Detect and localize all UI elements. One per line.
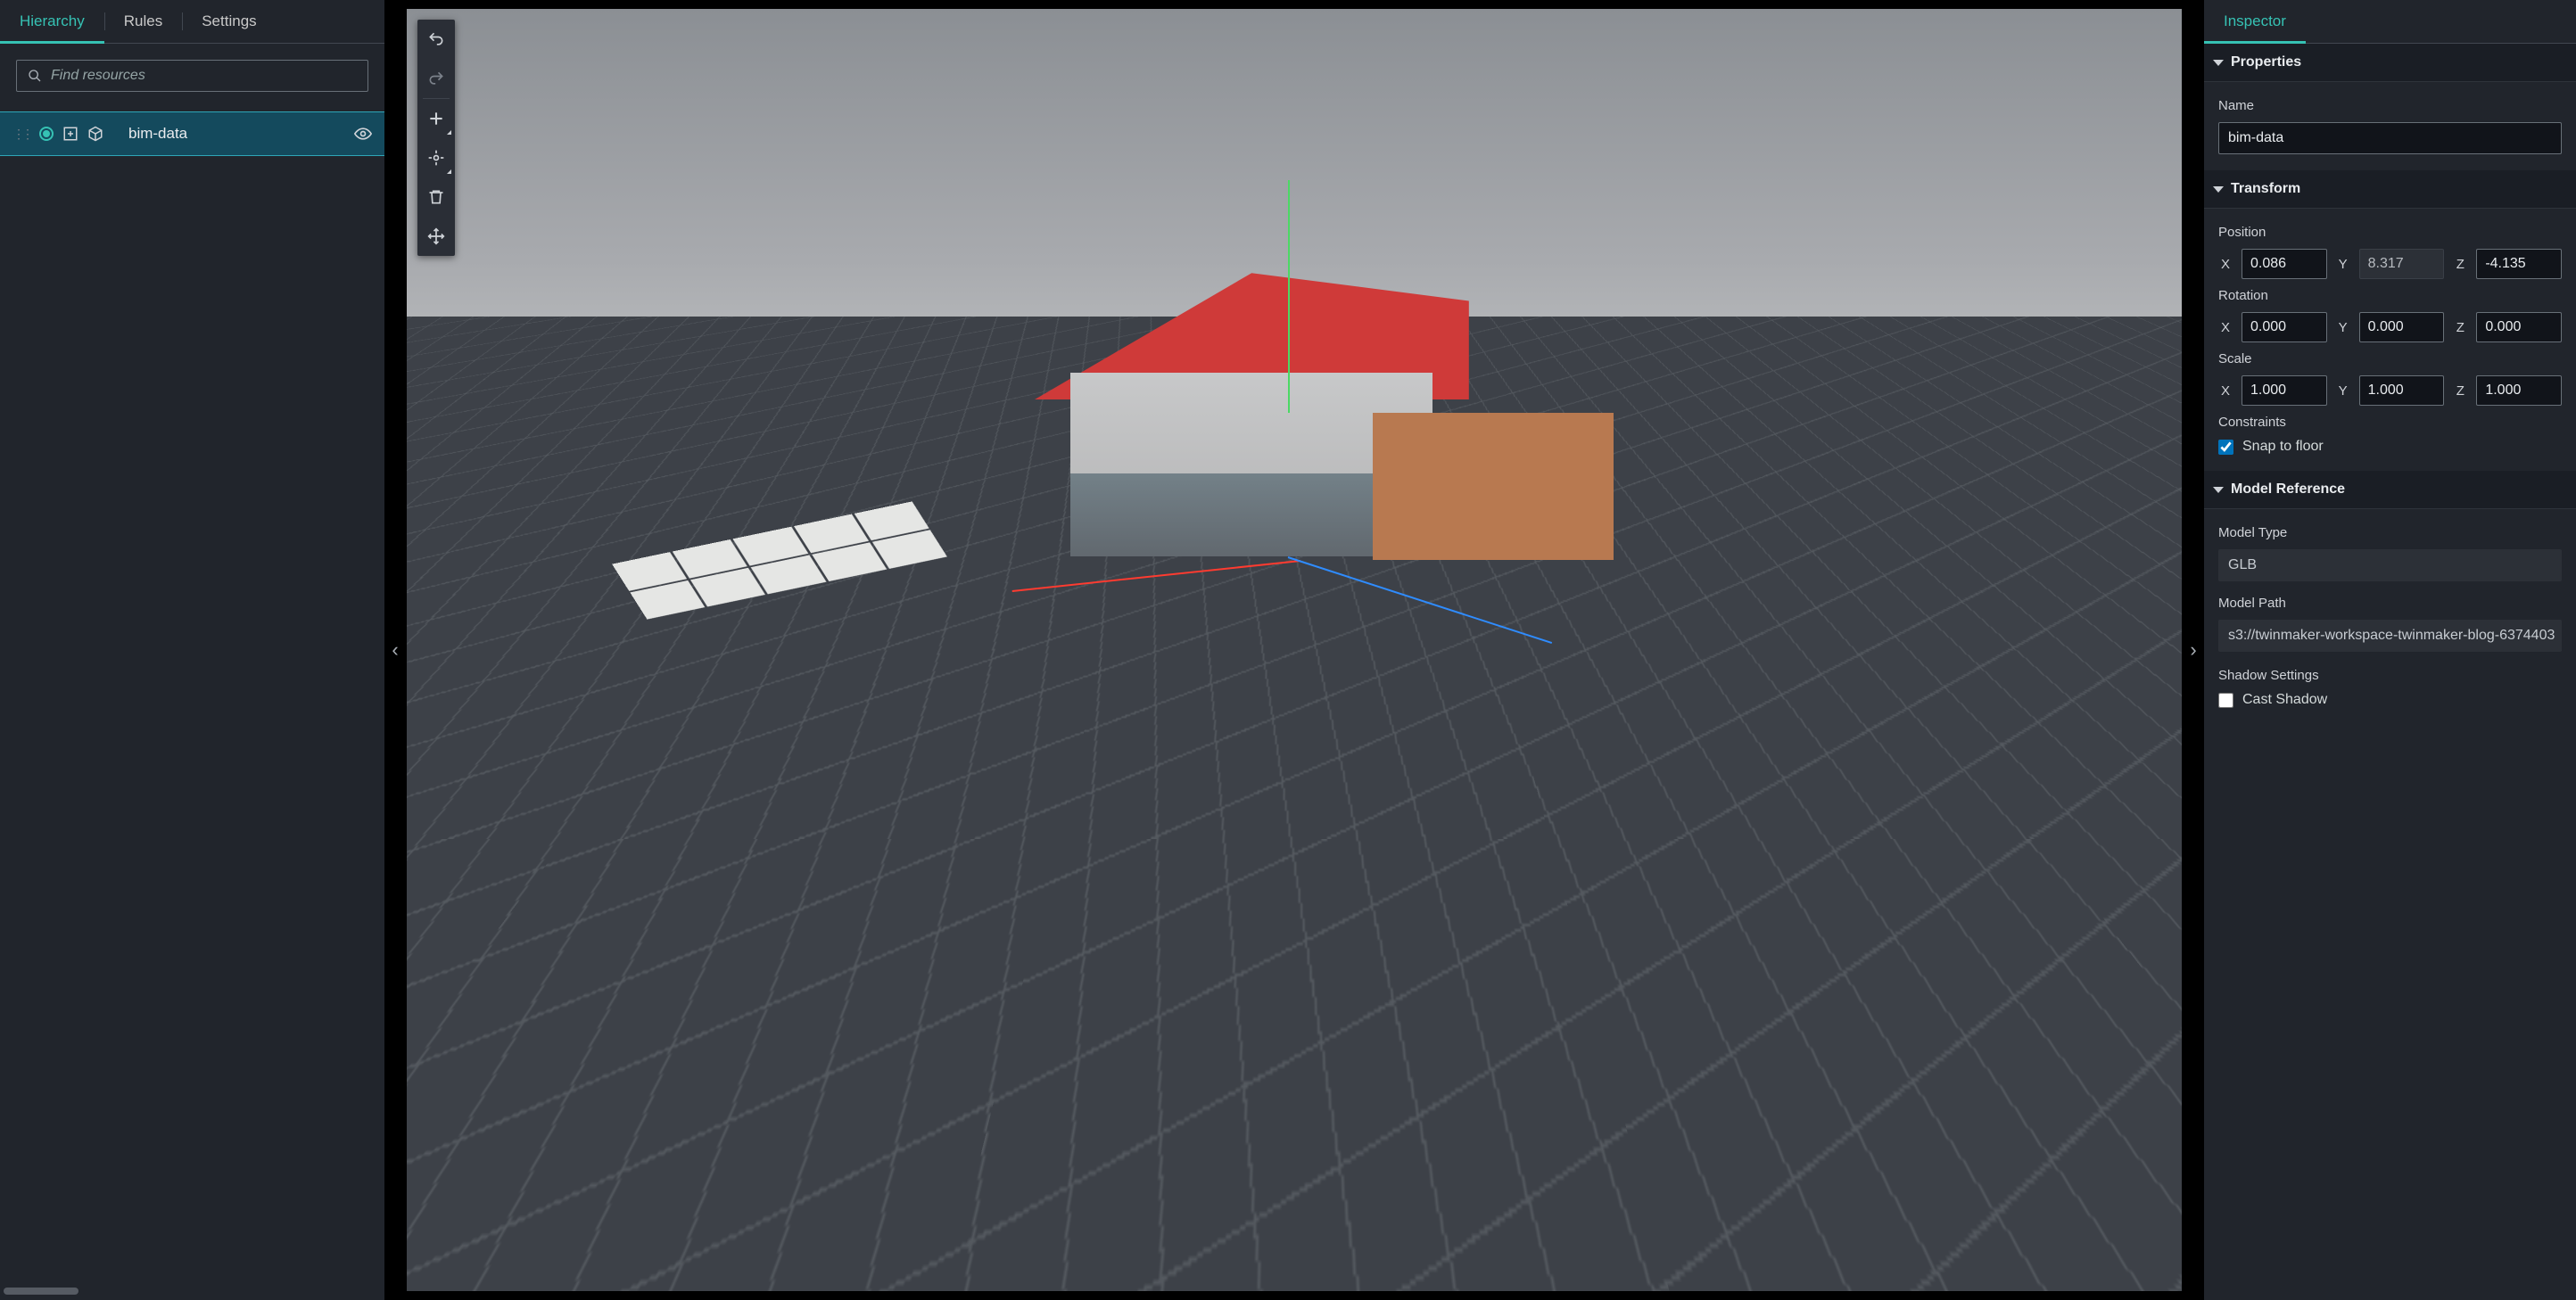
stats-vertices: Vertices : 359,011 [448,1209,562,1236]
section-body-model-reference: Model Type GLB Model Path s3://twinmaker… [2204,509,2576,724]
selection-radio[interactable] [39,127,54,141]
house-side [1373,413,1614,560]
tab-hierarchy[interactable]: Hierarchy [0,0,104,43]
delete-button[interactable] [417,177,455,217]
gizmo-neg-y-dot[interactable] [2110,1257,2128,1275]
checkbox-snap-to-floor[interactable] [2218,440,2233,455]
input-scale-z[interactable] [2476,375,2562,406]
input-position-x[interactable] [2242,249,2327,279]
label-model-type: Model Type [2218,525,2562,540]
left-panel: Hierarchy Rules Settings ⋮⋮ bim-data [0,0,385,1300]
collapse-left-icon[interactable]: ‹ [385,0,405,1300]
label-snap-to-floor: Snap to floor [2242,439,2324,455]
gizmo-neg-z-dot[interactable] [2085,1218,2103,1236]
search-input[interactable] [51,68,357,84]
input-scale-y[interactable] [2359,375,2445,406]
section-title-transform: Transform [2231,181,2300,197]
tab-settings[interactable]: Settings [182,0,276,43]
position-row: X Y Z [2218,249,2562,279]
section-body-transform: Position X Y Z Rotation X Y Z Scale X Y … [2204,209,2576,471]
left-tabs: Hierarchy Rules Settings [0,0,384,44]
viewport-toolbar [417,20,455,256]
section-header-model-reference[interactable]: Model Reference [2204,471,2576,509]
orientation-gizmo[interactable]: Y X Z [2078,1191,2160,1273]
label-rotation: Rotation [2218,288,2562,303]
caret-down-icon [2213,60,2224,66]
hierarchy-item-bim-data[interactable]: ⋮⋮ bim-data [0,111,384,156]
snap-to-floor-row: Snap to floor [2218,439,2562,455]
section-header-transform[interactable]: Transform [2204,170,2576,209]
section-title-model-reference: Model Reference [2231,481,2345,498]
rotation-row: X Y Z [2218,312,2562,342]
move-button[interactable] [417,217,455,256]
viewport-container: ‹ [385,0,2203,1300]
inspector-panel: Inspector Properties Name Transform Posi… [2203,0,2576,1300]
hierarchy-item-label: bim-data [128,125,345,143]
gizmo-x-dot[interactable]: X [2139,1220,2157,1238]
cast-shadow-row: Cast Shadow [2218,692,2562,708]
stats-title: Scene Statistics [448,1181,562,1207]
input-name[interactable] [2218,122,2562,154]
gizmo-y-axis[interactable] [1288,180,1290,414]
input-rotation-z[interactable] [2476,312,2562,342]
model-icon [87,126,103,142]
collapse-right-icon[interactable]: › [2184,0,2203,1300]
value-model-type: GLB [2218,549,2562,581]
scene-stats: Scene Statistics Vertices : 359,011 Tria… [433,1170,576,1273]
label-name: Name [2218,98,2562,113]
house-model [1011,240,1614,573]
label-cast-shadow: Cast Shadow [2242,692,2327,708]
caret-down-icon [2213,186,2224,193]
input-rotation-y[interactable] [2359,312,2445,342]
label-shadow-settings: Shadow Settings [2218,668,2562,683]
value-model-path: s3://twinmaker-workspace-twinmaker-blog-… [2218,620,2562,652]
caret-down-icon [2213,487,2224,493]
stats-triangles: Triangles : 413,860 [448,1236,562,1263]
horizontal-scrollbar[interactable] [4,1288,78,1295]
input-rotation-x[interactable] [2242,312,2327,342]
section-title-properties: Properties [2231,54,2301,70]
section-body-properties: Name [2204,82,2576,170]
gizmo-neg-x-dot[interactable] [2080,1239,2098,1257]
tab-rules[interactable]: Rules [104,0,182,43]
undo-button[interactable] [417,20,455,59]
scale-row: X Y Z [2218,375,2562,406]
search-box[interactable] [16,60,368,92]
drag-handle-icon[interactable]: ⋮⋮ [12,127,30,142]
input-position-z[interactable] [2476,249,2562,279]
search-icon [28,69,42,83]
label-constraints: Constraints [2218,415,2562,430]
section-header-properties[interactable]: Properties [2204,44,2576,82]
label-scale: Scale [2218,351,2562,366]
checkbox-cast-shadow[interactable] [2218,693,2233,708]
redo-button[interactable] [417,59,455,98]
expand-icon[interactable] [62,126,78,142]
inspector-tabs: Inspector [2204,0,2576,44]
3d-viewport[interactable]: Scene Statistics Vertices : 359,011 Tria… [405,7,2184,1293]
gizmo-y-dot[interactable]: Y [2110,1193,2128,1211]
add-button[interactable] [417,99,455,138]
tab-inspector[interactable]: Inspector [2204,0,2306,43]
label-model-path: Model Path [2218,596,2562,611]
label-position: Position [2218,225,2562,240]
transform-button[interactable] [417,138,455,177]
input-position-y [2359,249,2445,279]
visibility-toggle-icon[interactable] [354,125,372,143]
gizmo-z-dot[interactable]: Z [2134,1243,2151,1261]
input-scale-x[interactable] [2242,375,2327,406]
